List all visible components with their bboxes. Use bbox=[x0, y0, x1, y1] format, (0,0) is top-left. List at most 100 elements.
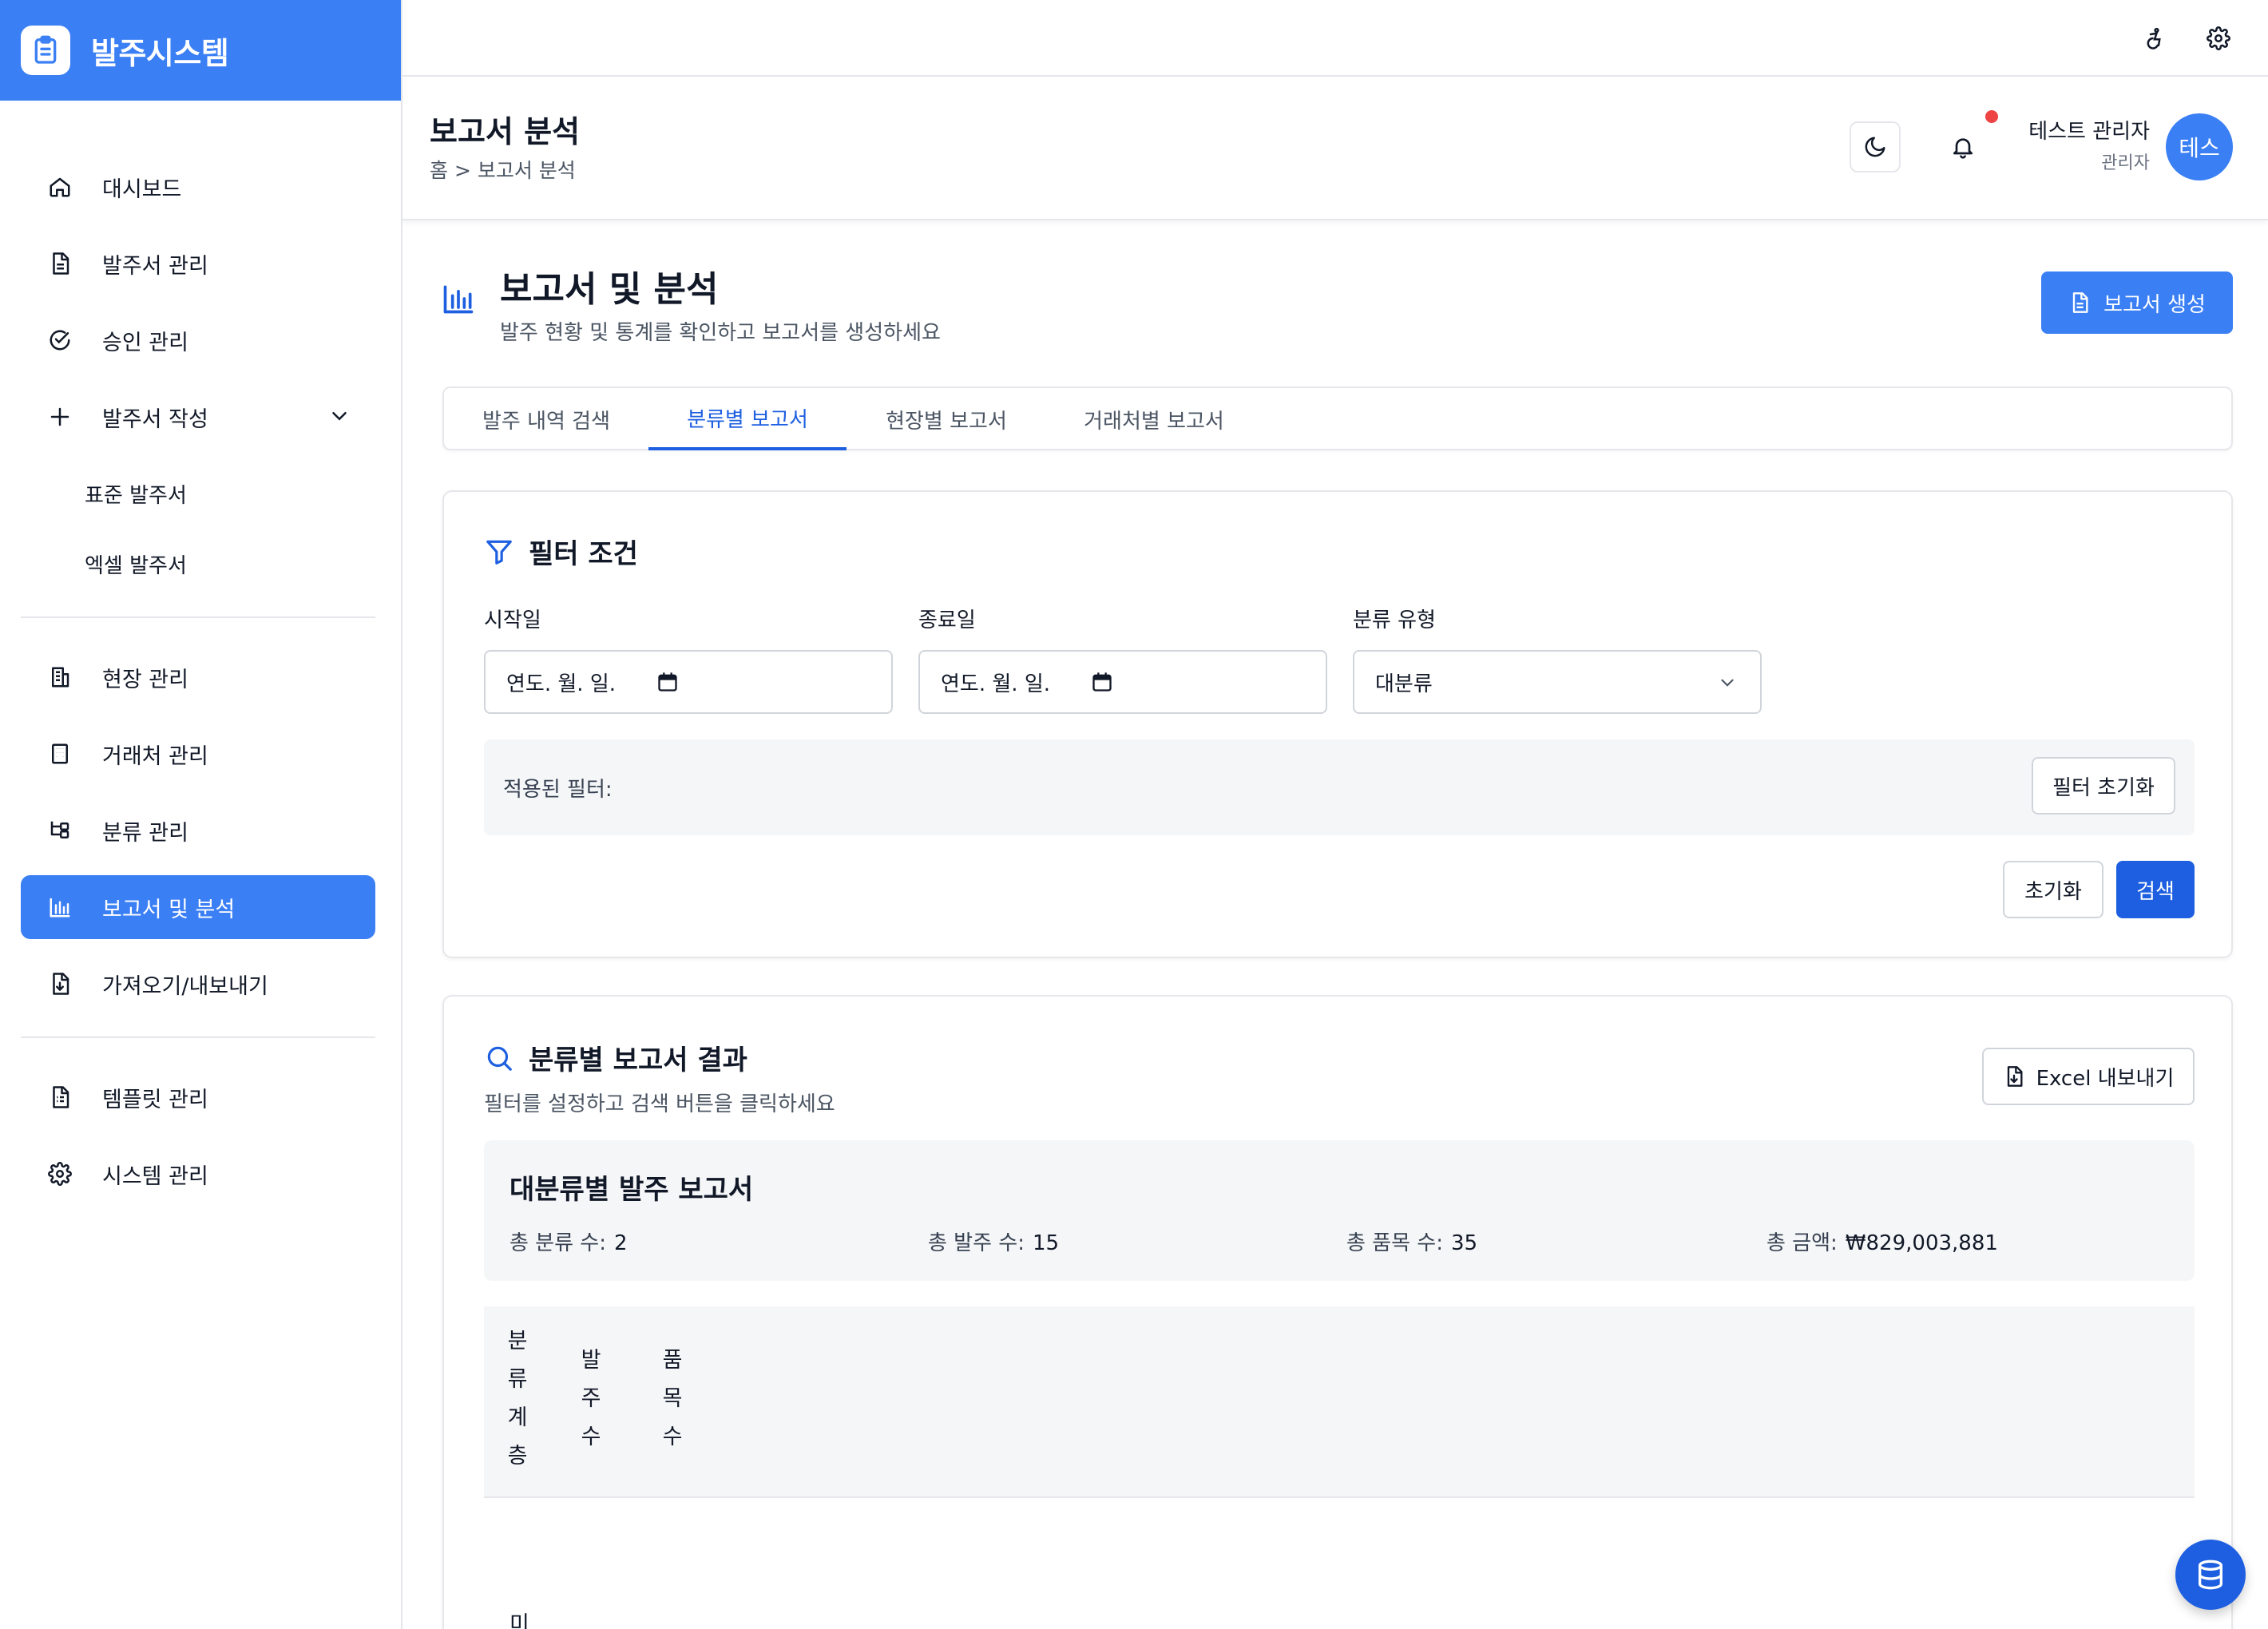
sidebar-item-import-export[interactable]: 가져오기/내보내기 bbox=[21, 952, 375, 1016]
search-button[interactable]: 검색 bbox=[2116, 861, 2195, 918]
brand-header[interactable]: 발주시스템 bbox=[0, 0, 401, 101]
sidebar-item-create-order[interactable]: 발주서 작성 bbox=[21, 385, 375, 449]
bar-chart-icon bbox=[46, 894, 73, 921]
result-card-header: 분류별 보고서 결과 bbox=[484, 1038, 747, 1077]
sidebar-item-orders[interactable]: 발주서 관리 bbox=[21, 232, 375, 295]
applied-filters-label: 적용된 필터: bbox=[503, 778, 613, 802]
user-name: 테스트 관리자 bbox=[2028, 120, 2150, 144]
start-date-value: 연도. 월. 일. bbox=[506, 672, 617, 696]
sidebar-item-approvals[interactable]: 승인 관리 bbox=[21, 308, 375, 372]
file-download-icon bbox=[46, 970, 73, 997]
filter-card-header: 필터 조건 bbox=[484, 532, 638, 571]
column-header-order-count[interactable]: 발 주 수 bbox=[575, 1342, 607, 1457]
calendar-icon[interactable] bbox=[656, 671, 679, 693]
table-cell: 미 bbox=[510, 1612, 529, 1629]
sidebar-divider bbox=[21, 1036, 375, 1038]
summary-panel: 대분류별 발주 보고서 총 분류 수: 2 총 발주 수: 15 총 품목 수: 35… bbox=[484, 1140, 2195, 1281]
dark-mode-toggle[interactable] bbox=[1850, 121, 1901, 172]
stat-value: 35 bbox=[1450, 1231, 1478, 1255]
stat-value: ₩829,003,881 bbox=[1845, 1231, 1998, 1255]
calendar-icon[interactable] bbox=[1091, 671, 1113, 693]
stat-label: 총 분류 수: bbox=[510, 1231, 606, 1255]
bar-chart-icon bbox=[441, 281, 476, 316]
tab-order-search[interactable]: 발주 내역 검색 bbox=[444, 388, 648, 450]
sidebar-subitem-excel-order[interactable]: 엑셀 발주서 bbox=[21, 532, 375, 596]
page-title: 보고서 분석 bbox=[430, 114, 581, 149]
stat-label: 총 발주 수: bbox=[928, 1231, 1025, 1255]
sidebar-item-reports[interactable]: 보고서 및 분석 bbox=[21, 875, 375, 939]
excel-export-label: Excel 내보내기 bbox=[2036, 1066, 2175, 1091]
filter-title: 필터 조건 bbox=[529, 538, 638, 570]
category-type-value: 대분류 bbox=[1375, 672, 1433, 696]
column-header-item-count[interactable]: 품 목 수 bbox=[656, 1342, 688, 1457]
summary-title: 대분류별 발주 보고서 bbox=[510, 1174, 754, 1206]
create-report-button[interactable]: 보고서 생성 bbox=[2041, 272, 2233, 334]
category-type-select[interactable]: 대분류 bbox=[1353, 650, 1762, 714]
sidebar-item-label: 발주서 작성 bbox=[102, 406, 208, 432]
result-title: 분류별 보고서 결과 bbox=[529, 1044, 747, 1076]
sidebar-divider bbox=[21, 616, 375, 618]
file-download-icon bbox=[2003, 1065, 2025, 1088]
excel-export-button[interactable]: Excel 내보내기 bbox=[1982, 1048, 2195, 1105]
sidebar-item-label: 분류 관리 bbox=[102, 820, 188, 846]
document-icon bbox=[46, 250, 73, 277]
filter-card: 필터 조건 시작일 연도. 월. 일. 종료일 연도. 월. 일. 분류 유형 … bbox=[442, 490, 2233, 958]
accessibility-icon[interactable] bbox=[2139, 22, 2171, 54]
end-date-label: 종료일 bbox=[918, 608, 976, 632]
user-role: 관리자 bbox=[2101, 153, 2150, 173]
notification-bell-icon[interactable] bbox=[1944, 128, 1982, 166]
stat-total-items: 총 품목 수: 35 bbox=[1346, 1227, 1477, 1256]
report-tabs: 발주 내역 검색 분류별 보고서 현장별 보고서 거래처별 보고서 bbox=[442, 386, 2233, 450]
sidebar-item-templates[interactable]: 템플릿 관리 bbox=[21, 1065, 375, 1129]
hierarchy-icon bbox=[46, 817, 73, 844]
create-report-label: 보고서 생성 bbox=[2103, 292, 2206, 317]
sidebar-item-label: 대시보드 bbox=[102, 176, 182, 202]
stat-label: 총 품목 수: bbox=[1346, 1231, 1443, 1255]
column-header-hierarchy[interactable]: 분 류 계 층 bbox=[502, 1322, 533, 1476]
sidebar-item-categories[interactable]: 분류 관리 bbox=[21, 799, 375, 862]
tab-category-report[interactable]: 분류별 보고서 bbox=[648, 388, 847, 450]
building-icon bbox=[46, 664, 73, 691]
reset-button[interactable]: 초기화 bbox=[2003, 861, 2103, 918]
office-icon bbox=[46, 740, 73, 767]
stat-total-categories: 총 분류 수: 2 bbox=[510, 1227, 628, 1256]
sidebar-item-dashboard[interactable]: 대시보드 bbox=[21, 155, 375, 219]
tab-vendor-report[interactable]: 거래처별 보고서 bbox=[1046, 388, 1262, 450]
sidebar-item-label: 거래처 관리 bbox=[102, 743, 208, 769]
database-button[interactable] bbox=[2175, 1540, 2246, 1610]
end-date-value: 연도. 월. 일. bbox=[941, 672, 1051, 696]
filter-icon bbox=[484, 537, 514, 567]
template-icon bbox=[46, 1084, 73, 1111]
sidebar-item-label: 현장 관리 bbox=[102, 667, 188, 692]
stat-value: 15 bbox=[1032, 1231, 1060, 1255]
sidebar-item-label: 발주서 관리 bbox=[102, 253, 208, 279]
top-bar bbox=[402, 0, 2268, 77]
sidebar-subitem-standard-order[interactable]: 표준 발주서 bbox=[21, 462, 375, 525]
database-icon bbox=[2195, 1559, 2226, 1591]
stat-value: 2 bbox=[613, 1231, 628, 1255]
sidebar-item-sites[interactable]: 현장 관리 bbox=[21, 645, 375, 709]
clipboard-icon bbox=[21, 26, 70, 75]
applied-filters-panel: 적용된 필터: 필터 초기화 bbox=[484, 739, 2195, 835]
category-type-label: 분류 유형 bbox=[1353, 608, 1436, 632]
avatar[interactable]: 테스 bbox=[2166, 113, 2233, 180]
sidebar-item-system[interactable]: 시스템 관리 bbox=[21, 1142, 375, 1206]
reset-filter-button[interactable]: 필터 초기화 bbox=[2032, 757, 2175, 814]
chevron-down-icon[interactable] bbox=[327, 404, 351, 428]
stat-label: 총 금액: bbox=[1766, 1231, 1838, 1255]
sidebar-item-label: 시스템 관리 bbox=[102, 1163, 208, 1189]
plus-icon bbox=[46, 403, 73, 430]
start-date-input[interactable]: 연도. 월. 일. bbox=[484, 650, 893, 714]
tab-site-report[interactable]: 현장별 보고서 bbox=[847, 388, 1046, 450]
end-date-input[interactable]: 연도. 월. 일. bbox=[918, 650, 1327, 714]
section-subtitle: 발주 현황 및 통계를 확인하고 보고서를 생성하세요 bbox=[500, 321, 941, 345]
moon-icon bbox=[1863, 135, 1887, 159]
sidebar-item-vendors[interactable]: 거래처 관리 bbox=[21, 722, 375, 786]
home-icon bbox=[46, 173, 73, 200]
sidebar-item-label: 승인 관리 bbox=[102, 330, 188, 355]
breadcrumb[interactable]: 홈 > 보고서 분석 bbox=[430, 155, 576, 184]
check-circle-icon bbox=[46, 327, 73, 354]
gear-icon[interactable] bbox=[2203, 22, 2234, 54]
result-card: 분류별 보고서 결과 필터를 설정하고 검색 버튼을 클릭하세요 Excel 내… bbox=[442, 995, 2233, 1629]
stat-total-amount: 총 금액: ₩829,003,881 bbox=[1766, 1227, 1998, 1256]
